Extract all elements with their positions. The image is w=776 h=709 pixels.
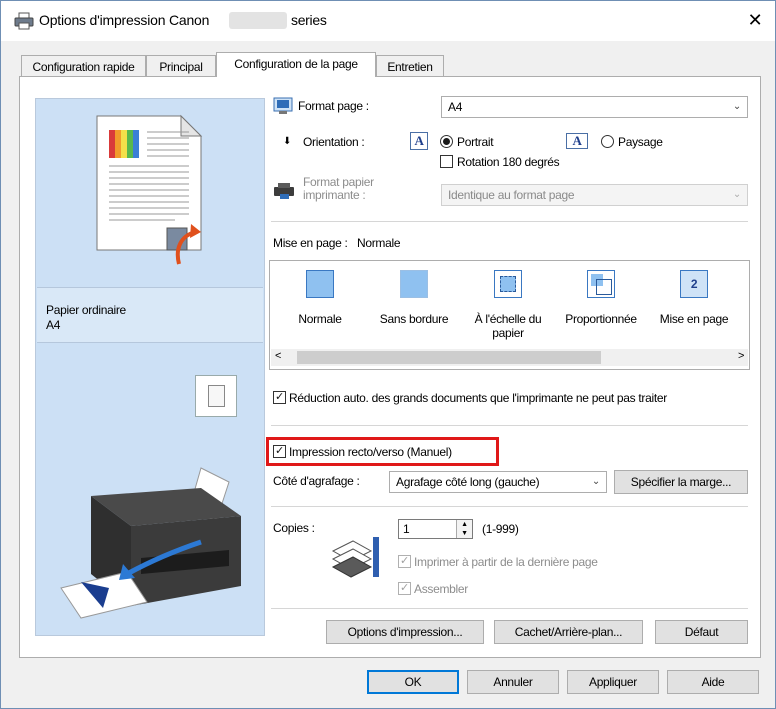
rotate-180-label: Rotation 180 degrés [457,155,560,169]
title-bar: Options d'impression Canon series ✕ [1,1,775,41]
layout-scaled-icon [587,270,615,298]
window-title-suffix: series [291,12,327,28]
rotate-180-checkbox[interactable] [440,155,453,168]
layout-normal-icon [306,270,334,298]
print-options-button[interactable]: Options d'impression... [326,620,484,644]
paper-type-text: Papier ordinaire [46,303,126,317]
auto-reduce-checkbox[interactable]: ✓ [273,391,286,404]
divider [271,425,748,426]
redacted-model-name [229,12,287,29]
divider [271,506,748,507]
layout-option-borderless[interactable]: Sans bordure [371,270,457,342]
copies-icon [331,537,379,578]
layout-label: Mise en page : [273,236,348,250]
page-size-label: Format page : [298,99,369,113]
scroll-right-icon[interactable]: > [738,350,744,362]
portrait-label: Portrait [457,135,494,149]
page-size-select[interactable]: A4 ⌄ [441,96,748,118]
print-options-dialog: Options d'impression Canon series ✕ Conf… [0,0,776,709]
orientation-label: Orientation : [303,135,365,149]
layout-option-fit-to-page[interactable]: À l'échelle du papier [463,270,553,350]
divider [271,221,748,222]
tab-maintenance[interactable]: Entretien [376,55,444,77]
copies-label: Copies : [273,521,315,535]
layout-fit-page-icon [494,270,522,298]
printer-illustration-icon [60,467,241,619]
landscape-icon: A [566,133,588,149]
layout-option-page-layout[interactable]: 2 Mise en page [649,270,739,342]
printer-paper-size-label: Format papier imprimante : [303,175,374,202]
printer-paper-size-icon [274,183,294,199]
page-preview-icon [96,114,203,265]
print-from-last-page-label: Imprimer à partir de la dernière page [414,555,598,569]
help-button[interactable]: Aide [667,670,759,694]
defaults-button[interactable]: Défaut [655,620,748,644]
ok-button[interactable]: OK [367,670,459,694]
portrait-icon: A [410,132,428,150]
specify-margin-button[interactable]: Spécifier la marge... [614,470,748,494]
copies-range: (1-999) [482,522,519,536]
cancel-button[interactable]: Annuler [467,670,559,694]
layout-option-scaled[interactable]: Proportionnée [556,270,646,342]
paper-size-text: A4 [46,318,61,332]
scrollbar-thumb[interactable] [297,351,601,364]
auto-reduce-label: Réduction auto. des grands documents que… [289,391,667,405]
close-icon: ✕ [747,10,763,30]
window-title: Options d'impression Canon [39,12,210,28]
copies-input[interactable]: 1 ▲ ▼ [398,519,473,539]
copies-stepper[interactable]: ▲ ▼ [456,520,472,538]
tab-quick-setup[interactable]: Configuration rapide [21,55,146,77]
stapling-side-label: Côté d'agrafage : [273,474,360,488]
printer-icon [14,12,34,30]
stapling-side-select[interactable]: Agrafage côté long (gauche) ⌄ [389,471,607,493]
layout-borderless-icon [400,270,428,298]
collate-label: Assembler [414,582,468,596]
layout-page-layout-icon: 2 [680,270,708,298]
page-icon [208,385,225,407]
landscape-radio[interactable] [601,135,614,148]
layout-current: Normale [357,236,401,250]
tab-page-setup[interactable]: Configuration de la page [216,52,376,77]
duplex-highlight-box [266,437,499,466]
chevron-down-icon: ⌄ [732,101,741,112]
print-from-last-page-checkbox[interactable]: ✓ [398,555,411,568]
divider [271,608,748,609]
chevron-down-icon: ⌄ [591,476,600,487]
stamp-background-button[interactable]: Cachet/Arrière-plan... [494,620,643,644]
landscape-label: Paysage [618,135,663,149]
close-button[interactable]: ✕ [743,8,767,32]
bullet-icon: ⬇ [283,136,292,147]
layout-option-normal[interactable]: Normale [290,270,350,342]
collate-checkbox[interactable]: ✓ [398,582,411,595]
paper-info: Papier ordinaire A4 [37,287,263,343]
tab-main[interactable]: Principal [146,55,216,77]
printer-paper-size-select[interactable]: Identique au format page ⌄ [441,184,748,206]
chevron-down-icon: ⌄ [732,189,741,200]
page-size-icon [273,97,293,114]
scroll-left-icon[interactable]: < [275,350,281,362]
apply-button[interactable]: Appliquer [567,670,659,694]
portrait-radio[interactable] [440,135,453,148]
